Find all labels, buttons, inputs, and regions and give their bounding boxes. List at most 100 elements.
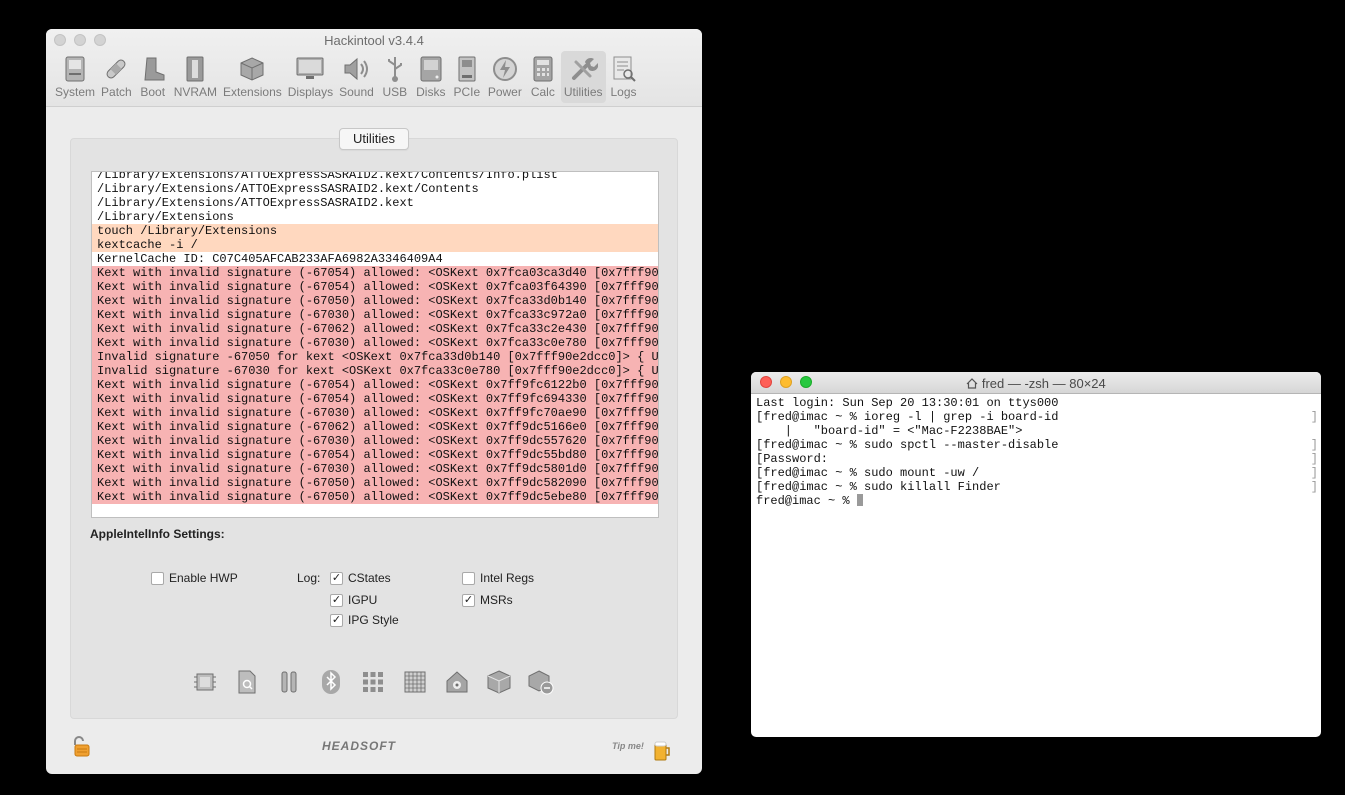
log-line: Kext with invalid signature (-67054) all…	[92, 378, 658, 392]
hackintool-titlebar: Hackintool v3.4.4 System Patch Boot NVRAM Ex…	[46, 29, 702, 107]
logs-icon	[609, 54, 639, 84]
enable-hwp-box[interactable]	[151, 571, 164, 585]
disks-icon	[416, 54, 446, 84]
grid-chip-icon[interactable]	[400, 667, 430, 697]
terminal-line-text: [fred@imac ~ % sudo spctl --master-disab…	[756, 438, 1059, 452]
toolbar-tab-sound[interactable]: Sound	[336, 51, 377, 103]
toolbar-tab-pcie[interactable]: PCIe	[449, 51, 485, 103]
toolbar-tab-usb[interactable]: USB	[377, 51, 413, 103]
hackintool-window: Hackintool v3.4.4 System Patch Boot NVRAM Ex…	[46, 29, 702, 774]
terminal-line: [fred@imac ~ % sudo killall Finder]	[756, 480, 1318, 494]
cstates-checkbox[interactable]: ✓ CStates	[330, 571, 391, 585]
log-line: KernelCache ID: C07C405AFCAB233AFA6982A3…	[97, 252, 443, 266]
log-line: touch /Library/Extensions	[92, 224, 658, 238]
terminal-line: [fred@imac ~ % sudo spctl --master-disab…	[756, 438, 1318, 452]
terminal-line: | "board-id" = <"Mac-F2238BAE">	[756, 424, 1316, 438]
terminal-line: [fred@imac ~ % sudo mount -uw /]	[756, 466, 1318, 480]
toolbar-tab-label: NVRAM	[173, 85, 218, 99]
power-icon	[490, 54, 520, 84]
home-folder-icon	[966, 376, 982, 391]
toolbar-tab-system[interactable]: System	[52, 51, 98, 103]
lock-icon[interactable]	[70, 735, 94, 764]
log-line: Kext with invalid signature (-67054) all…	[92, 280, 658, 294]
toolbar-tab-displays[interactable]: Displays	[285, 51, 336, 103]
intel-regs-label: Intel Regs	[480, 571, 535, 585]
igpu-box[interactable]: ✓	[330, 593, 343, 607]
log-line: Kext with invalid signature (-67054) all…	[92, 392, 658, 406]
utilities-log-area[interactable]: /Library/Extensions/ATTOExpressSASRAID2.…	[91, 171, 659, 518]
terminal-titlebar: fred — -zsh — 80×24	[751, 372, 1321, 394]
home-disk-icon[interactable]	[442, 667, 472, 697]
system-icon	[60, 54, 90, 84]
log-line: /Library/Extensions/ATTOExpressSASRAID2.…	[97, 171, 558, 182]
terminal-line-text: [fred@imac ~ % sudo mount -uw /	[756, 466, 980, 480]
line-mark-bracket: ]	[1310, 480, 1318, 494]
cpu-icon[interactable]	[190, 667, 220, 697]
log-line: kextcache -i /	[92, 238, 658, 252]
log-line: Kext with invalid signature (-67030) all…	[92, 336, 658, 350]
log-label: Log:	[297, 571, 321, 585]
window-title: Hackintool v3.4.4	[324, 33, 424, 48]
ipg-style-label: IPG Style	[348, 613, 399, 627]
sound-icon	[341, 54, 371, 84]
utility-actions-bar	[190, 667, 556, 697]
cstates-box[interactable]: ✓	[330, 571, 343, 585]
log-line: /Library/Extensions/ATTOExpressSASRAID2.…	[97, 182, 479, 196]
bluetooth-icon[interactable]	[316, 667, 346, 697]
toolbar-tab-logs[interactable]: Logs	[606, 51, 642, 103]
cstates-label: CStates	[348, 571, 391, 585]
toolbar-tab-label: Boot	[140, 85, 166, 99]
log-line: Invalid signature -67050 for kext <OSKex…	[92, 350, 658, 364]
toolbar-tab-boot[interactable]: Boot	[135, 51, 171, 103]
line-mark-bracket: ]	[1310, 410, 1318, 424]
toolbar-tab-power[interactable]: Power	[485, 51, 525, 103]
log-line: Kext with invalid signature (-67062) all…	[92, 420, 658, 434]
terminal-title-text: fred — -zsh — 80×24	[981, 376, 1106, 391]
patch-icon	[101, 54, 131, 84]
enable-hwp-label: Enable HWP	[169, 571, 238, 585]
toolbar-tab-nvram[interactable]: NVRAM	[171, 51, 220, 103]
enable-hwp-checkbox[interactable]: Enable HWP	[151, 571, 238, 585]
toolbar-tab-disks[interactable]: Disks	[413, 51, 449, 103]
terminal-line-text: [Password:	[756, 452, 829, 466]
intel-regs-box[interactable]	[462, 571, 475, 585]
ipg-style-box[interactable]: ✓	[330, 613, 343, 627]
disk-search-icon[interactable]	[232, 667, 262, 697]
log-line: /Library/Extensions/ATTOExpressSASRAID2.…	[97, 196, 414, 210]
toolbar-tab-label: Displays	[287, 85, 334, 99]
usb-cable-icon[interactable]	[274, 667, 304, 697]
log-line: Kext with invalid signature (-67030) all…	[92, 308, 658, 322]
tip-me-label[interactable]: Tip me!	[612, 741, 644, 751]
terminal-line-text: | "board-id" = <"Mac-F2238BAE">	[756, 424, 1023, 438]
toolbar-tab-extensions[interactable]: Extensions	[220, 51, 285, 103]
log-line: Invalid signature -67030 for kext <OSKex…	[92, 364, 658, 378]
intel-regs-checkbox[interactable]: Intel Regs	[462, 571, 534, 585]
nvram-icon	[180, 54, 210, 84]
toolbar-tab-label: Utilities	[563, 85, 603, 99]
line-mark-bracket: ]	[1310, 438, 1318, 452]
toolbar-tab-patch[interactable]: Patch	[98, 51, 135, 103]
terminal-output[interactable]: Last login: Sun Sep 20 13:30:01 on ttys0…	[751, 394, 1321, 510]
log-line: Kext with invalid signature (-67050) all…	[92, 490, 658, 504]
toolbar-tab-label: USB	[382, 85, 408, 99]
beer-icon[interactable]	[652, 739, 672, 768]
kext-box-icon[interactable]	[484, 667, 514, 697]
log-line: Kext with invalid signature (-67050) all…	[92, 294, 658, 308]
grid-dots-icon[interactable]	[358, 667, 388, 697]
msrs-checkbox[interactable]: ✓ MSRs	[462, 593, 513, 607]
line-mark-bracket: ]	[1310, 452, 1318, 466]
terminal-cursor	[856, 494, 863, 506]
kext-delete-icon[interactable]	[526, 667, 556, 697]
extensions-icon	[237, 54, 267, 84]
terminal-line-text: [fred@imac ~ % ioreg -l | grep -i board-…	[756, 410, 1059, 424]
toolbar-tab-calc[interactable]: Calc	[525, 51, 561, 103]
terminal-line: [fred@imac ~ % ioreg -l | grep -i board-…	[756, 410, 1318, 424]
toolbar-tab-utilities[interactable]: Utilities	[560, 51, 606, 103]
toolbar-tab-label: Power	[487, 85, 522, 99]
igpu-checkbox[interactable]: ✓ IGPU	[330, 593, 377, 607]
terminal-line-text: fred@imac ~ %	[756, 494, 857, 508]
msrs-box[interactable]: ✓	[462, 593, 475, 607]
terminal-line: [Password:]	[756, 452, 1318, 466]
headsoft-logo[interactable]: HEADSOFT	[322, 739, 396, 753]
ipg-style-checkbox[interactable]: ✓ IPG Style	[330, 613, 399, 627]
